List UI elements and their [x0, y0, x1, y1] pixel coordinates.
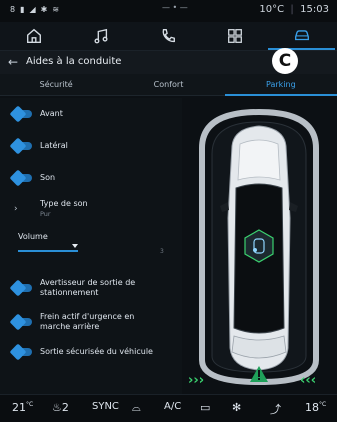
sync-button[interactable]: SYNC — [92, 401, 119, 412]
callout-badge: C — [272, 48, 298, 74]
sortie-toggle[interactable] — [16, 348, 32, 356]
rear-defrost-icon[interactable]: ▭ — [200, 401, 210, 414]
type-de-son-label: Type de son Pur — [40, 199, 88, 219]
top-navigation — [0, 22, 337, 50]
right-temperature-unit: °C — [319, 401, 327, 408]
rear-right-proximity-indicator: ‹‹‹ — [300, 373, 316, 388]
parking-settings-list: Avant Latéral Son › Type de son Pur Volu… — [0, 98, 182, 394]
setting-lateral[interactable]: Latéral — [0, 136, 182, 156]
frein-toggle[interactable] — [16, 318, 32, 326]
seat-ventilation-icon[interactable]: ⤴ — [270, 401, 281, 417]
seat-heating[interactable]: ♨2 — [52, 401, 69, 414]
nav-apps[interactable] — [201, 22, 268, 50]
apps-icon — [227, 29, 242, 43]
avertisseur-line1: Avertisseur de sortie de — [40, 278, 136, 287]
tab-securite[interactable]: Sécurité — [0, 74, 113, 96]
bluetooth-icon: ✱ — [40, 5, 48, 14]
left-temperature-value: 21 — [12, 401, 26, 414]
parking-illustration: ››› ‹‹‹ — [188, 108, 319, 388]
volume-slider-handle[interactable] — [72, 244, 78, 248]
son-toggle[interactable] — [16, 174, 32, 182]
volume-label: Volume — [18, 232, 48, 241]
frein-label: Frein actif d'urgence en marche arrière — [40, 312, 134, 332]
status-bar: 8 ▮ ◢ ✱ ≋ — • — 10°C | 15:03 — [0, 0, 337, 22]
avant-label: Avant — [40, 109, 63, 118]
nav-home[interactable] — [0, 22, 67, 50]
avant-toggle[interactable] — [16, 110, 32, 118]
status-icons: 8 ▮ ◢ ✱ ≋ — [10, 5, 59, 14]
page-title: Aides à la conduite — [26, 56, 122, 67]
clock: 15:03 — [300, 4, 329, 15]
volume-slider[interactable] — [18, 250, 78, 252]
home-icon — [26, 28, 41, 43]
type-de-son-value: Pur — [40, 210, 51, 218]
setting-type-de-son[interactable]: › Type de son Pur — [0, 196, 182, 222]
avertisseur-toggle[interactable] — [16, 284, 32, 292]
frein-line2: marche arrière — [40, 322, 100, 331]
car-hood — [237, 139, 281, 181]
sortie-label: Sortie sécurisée du véhicule — [40, 347, 153, 356]
climate-bar: 21°C ♨2 SYNC ⌓ A/C ▭ ✻ ⤴ 18°C — [0, 394, 337, 422]
car-icon — [294, 30, 309, 41]
right-temperature[interactable]: 18°C — [305, 401, 326, 414]
volume-value: 3 — [160, 248, 164, 255]
tab-confort[interactable]: Confort — [112, 74, 225, 96]
front-defrost-icon[interactable]: ⌓ — [132, 401, 141, 415]
setting-sortie-securisee[interactable]: Sortie sécurisée du véhicule — [0, 342, 182, 362]
svg-text:›››: ››› — [188, 373, 204, 388]
left-temperature-unit: °C — [26, 401, 34, 408]
type-de-son-title: Type de son — [40, 199, 88, 208]
chevron-right-icon: › — [14, 204, 18, 214]
status-center: — • — — [162, 3, 188, 12]
tab-bar: Sécurité Confort Parking — [0, 74, 337, 96]
status-icon-2: ▮ — [20, 5, 25, 14]
svg-text:‹‹‹: ‹‹‹ — [300, 373, 316, 388]
nav-phone[interactable] — [134, 22, 201, 50]
nav-music[interactable] — [67, 22, 134, 50]
ac-button[interactable]: A/C — [164, 401, 181, 412]
left-temperature[interactable]: 21°C — [12, 401, 33, 414]
fan-icon[interactable]: ✻ — [232, 401, 241, 414]
status-icon-1: 8 — [10, 5, 16, 14]
signal-icon: ◢ — [29, 5, 36, 14]
seat-heating-icon: ♨ — [52, 401, 62, 414]
tab-parking[interactable]: Parking — [224, 74, 337, 96]
music-icon — [93, 28, 108, 44]
back-button[interactable]: ← — [8, 55, 18, 69]
son-label: Son — [40, 173, 56, 182]
frein-line1: Frein actif d'urgence en — [40, 312, 135, 321]
status-right: 10°C | 15:03 — [259, 4, 329, 15]
lateral-label: Latéral — [40, 141, 68, 150]
seat-heating-level: 2 — [61, 401, 69, 414]
wifi-icon: ≋ — [52, 5, 60, 14]
rear-left-proximity-indicator: ››› — [188, 373, 204, 388]
avertisseur-label: Avertisseur de sortie de stationnement — [40, 278, 135, 298]
setting-avertisseur[interactable]: Avertisseur de sortie de stationnement — [0, 276, 182, 300]
parking-sensor-view: ››› ‹‹‹ — [182, 98, 337, 394]
setting-son[interactable]: Son — [0, 168, 182, 188]
avertisseur-line2: stationnement — [40, 288, 99, 297]
phone-icon — [162, 29, 175, 43]
nav-vehicle[interactable] — [268, 22, 335, 50]
setting-frein-urgence[interactable]: Frein actif d'urgence en marche arrière — [0, 310, 182, 334]
lateral-toggle[interactable] — [16, 142, 32, 150]
right-temperature-value: 18 — [305, 401, 319, 414]
setting-avant[interactable]: Avant — [0, 104, 182, 124]
outside-temperature: 10°C — [259, 4, 285, 15]
